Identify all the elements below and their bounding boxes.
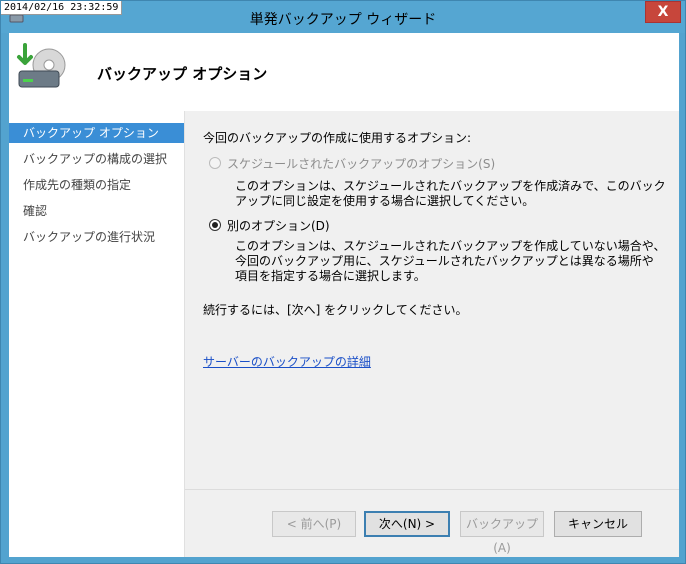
description-line: このオプションは、スケジュールされたバックアップを作成していない場合や、 [235, 239, 666, 253]
next-button[interactable]: 次へ(N) > [364, 511, 450, 537]
nav-item-backup-progress[interactable]: バックアップの進行状況 [9, 227, 184, 247]
scheduled-options-description: このオプションは、スケジュールされたバックアップを作成済みで、このバック アップ… [235, 179, 666, 209]
backup-button[interactable]: バックアップ(A) [460, 511, 544, 555]
different-options-radio[interactable] [209, 219, 221, 231]
description-line: アップに同じ設定を使用する場合に選択してください。 [235, 194, 535, 208]
description-line: 項目を指定する場合に選択します。 [235, 269, 426, 283]
back-button[interactable]: < 前へ(P) [272, 511, 356, 537]
cancel-button[interactable]: キャンセル [554, 511, 642, 537]
different-options-label[interactable]: 別のオプション(D) [227, 217, 330, 234]
backup-drive-icon [17, 43, 66, 88]
timestamp-overlay: 2014/02/16 23:32:59 [1, 1, 123, 15]
nav-item-backup-options[interactable]: バックアップ オプション [9, 123, 184, 143]
nav-item-backup-config[interactable]: バックアップの構成の選択 [9, 149, 184, 169]
close-button[interactable]: X [645, 1, 681, 23]
description-line: このオプションは、スケジュールされたバックアップを作成済みで、このバック [235, 179, 666, 193]
options-prompt: 今回のバックアップの作成に使用するオプション: [203, 131, 472, 145]
footer-divider [185, 489, 679, 490]
wizard-steps-nav: バックアップ オプション バックアップの構成の選択 作成先の種類の指定 確認 バ… [9, 111, 185, 557]
scheduled-options-radio[interactable] [209, 157, 221, 169]
nav-item-confirmation[interactable]: 確認 [9, 201, 184, 221]
wizard-client-area: バックアップ オプション バックアップ オプション バックアップの構成の選択 作… [9, 33, 679, 557]
description-line: 今回のバックアップ用に、スケジュールされたバックアップとは異なる場所や [235, 254, 654, 268]
continue-instruction: 続行するには、[次へ] をクリックしてください。 [203, 303, 468, 317]
backup-details-link[interactable]: サーバーのバックアップの詳細 [203, 353, 371, 370]
wizard-header: バックアップ オプション [9, 33, 679, 111]
radio-selected-dot [212, 222, 218, 228]
page-title: バックアップ オプション [97, 65, 268, 83]
wizard-window: 単発バックアップ ウィザード X 2014/02/16 23:32:59 バック… [0, 0, 686, 564]
different-options-description: このオプションは、スケジュールされたバックアップを作成していない場合や、 今回の… [235, 239, 665, 284]
scheduled-options-label[interactable]: スケジュールされたバックアップのオプション(S) [227, 155, 495, 172]
nav-item-destination-type[interactable]: 作成先の種類の指定 [9, 175, 184, 195]
